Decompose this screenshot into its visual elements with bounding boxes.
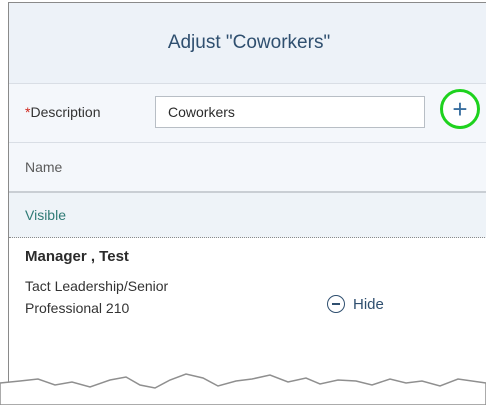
dialog-title: Adjust "Coworkers" [167,32,331,53]
hide-button[interactable]: Hide [327,295,384,313]
hide-label: Hide [353,295,384,313]
plus-icon: + [452,93,468,124]
add-button[interactable]: + [440,89,480,129]
person-name: Manager , Test [25,248,129,265]
adjust-dialog: Adjust "Coworkers" *Description + Name V… [8,2,486,403]
circle-minus-icon [327,295,345,313]
torn-edge [0,373,486,405]
person-title: Tact Leadership/Senior Professional 210 [25,278,169,316]
description-row: *Description + [9,84,486,143]
visible-group-header: Visible [9,193,486,238]
table-row: Manager , Test Tact Leadership/Senior Pr… [9,238,486,329]
description-label: *Description [25,104,101,120]
name-column-header: Name [9,143,486,193]
description-input[interactable] [155,96,425,128]
dialog-header: Adjust "Coworkers" [9,3,486,84]
